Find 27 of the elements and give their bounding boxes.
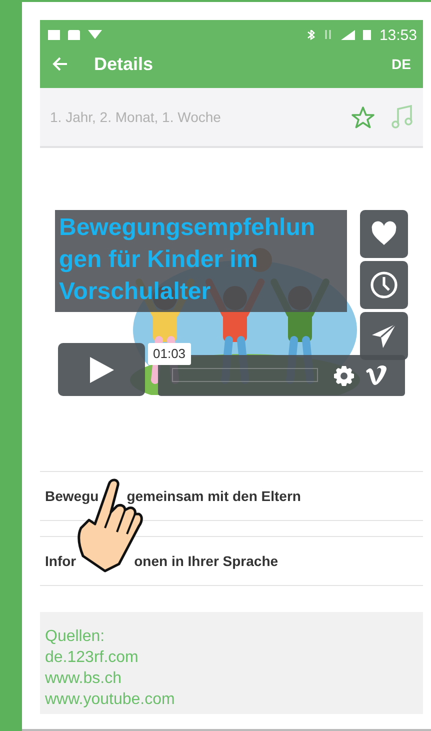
send-icon bbox=[370, 322, 398, 350]
play-icon bbox=[88, 356, 114, 384]
link-text[interactable]: Infor bbox=[45, 550, 76, 572]
share-button[interactable] bbox=[360, 312, 408, 360]
play-button[interactable] bbox=[58, 343, 145, 396]
video-title: Bewegungsempfehlun gen für Kinder im Vorschulalter bbox=[55, 210, 347, 312]
battery-icon bbox=[363, 30, 372, 40]
age-label: 1. Jahr, 2. Monat, 1. Woche bbox=[50, 108, 221, 126]
link-text[interactable]: onen in Ihrer Sprache bbox=[134, 550, 278, 572]
clock-icon bbox=[370, 271, 398, 299]
link-text[interactable]: gemeinsam mit den Eltern bbox=[126, 486, 301, 506]
heart-icon bbox=[370, 220, 398, 248]
source-text: www.youtube.com bbox=[45, 690, 176, 710]
watch-later-button[interactable] bbox=[360, 261, 408, 309]
link-text[interactable]: Bewegu bbox=[45, 486, 99, 506]
like-button[interactable] bbox=[360, 210, 408, 258]
status-time: 13:53 bbox=[379, 28, 417, 40]
source-text: www.bs.ch bbox=[45, 669, 122, 689]
time-tooltip: 01:03 bbox=[148, 343, 191, 364]
star-icon bbox=[351, 106, 375, 128]
settings-icon bbox=[333, 365, 355, 387]
page-title: Details bbox=[94, 52, 154, 76]
bluetooth-icon bbox=[307, 30, 316, 40]
music-note-icon bbox=[391, 105, 413, 129]
sources-heading: Quellen: bbox=[45, 627, 106, 647]
source-text: de.123rf.com bbox=[45, 648, 140, 668]
back-arrow-icon bbox=[52, 57, 68, 71]
